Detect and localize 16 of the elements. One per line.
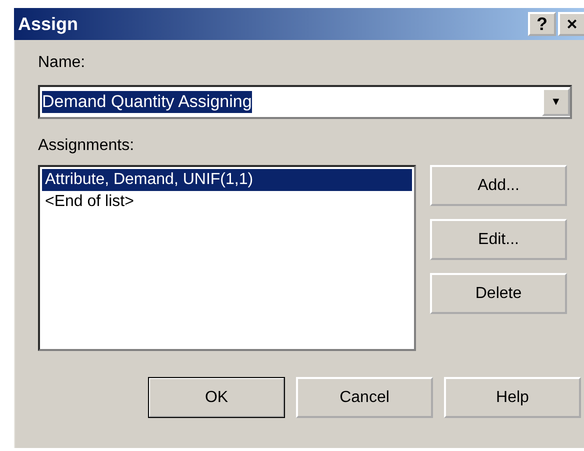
dialog-button[interactable]: Delete <box>430 273 567 314</box>
assignments-label: Assignments: <box>38 137 134 155</box>
dropdown-button[interactable]: ▼ <box>542 88 570 116</box>
dialog-button[interactable]: Help <box>444 377 581 418</box>
window-title: Assign <box>18 14 78 34</box>
name-value: Demand Quantity Assigning <box>42 91 252 113</box>
name-label: Name: <box>38 54 86 72</box>
name-combo-box[interactable]: Demand Quantity Assigning ▼ <box>38 85 572 119</box>
dialog-button[interactable]: Add... <box>430 165 567 206</box>
close-button[interactable]: × <box>558 12 584 36</box>
list-item[interactable]: Attribute, Demand, UNIF(1,1) <box>42 169 412 191</box>
dialog-button[interactable]: OK <box>148 377 285 418</box>
dialog-button[interactable]: Cancel <box>296 377 433 418</box>
list-item[interactable]: <End of list> <box>42 191 412 213</box>
help-button[interactable]: ? <box>528 12 556 36</box>
dialog-button[interactable]: Edit... <box>430 219 567 260</box>
